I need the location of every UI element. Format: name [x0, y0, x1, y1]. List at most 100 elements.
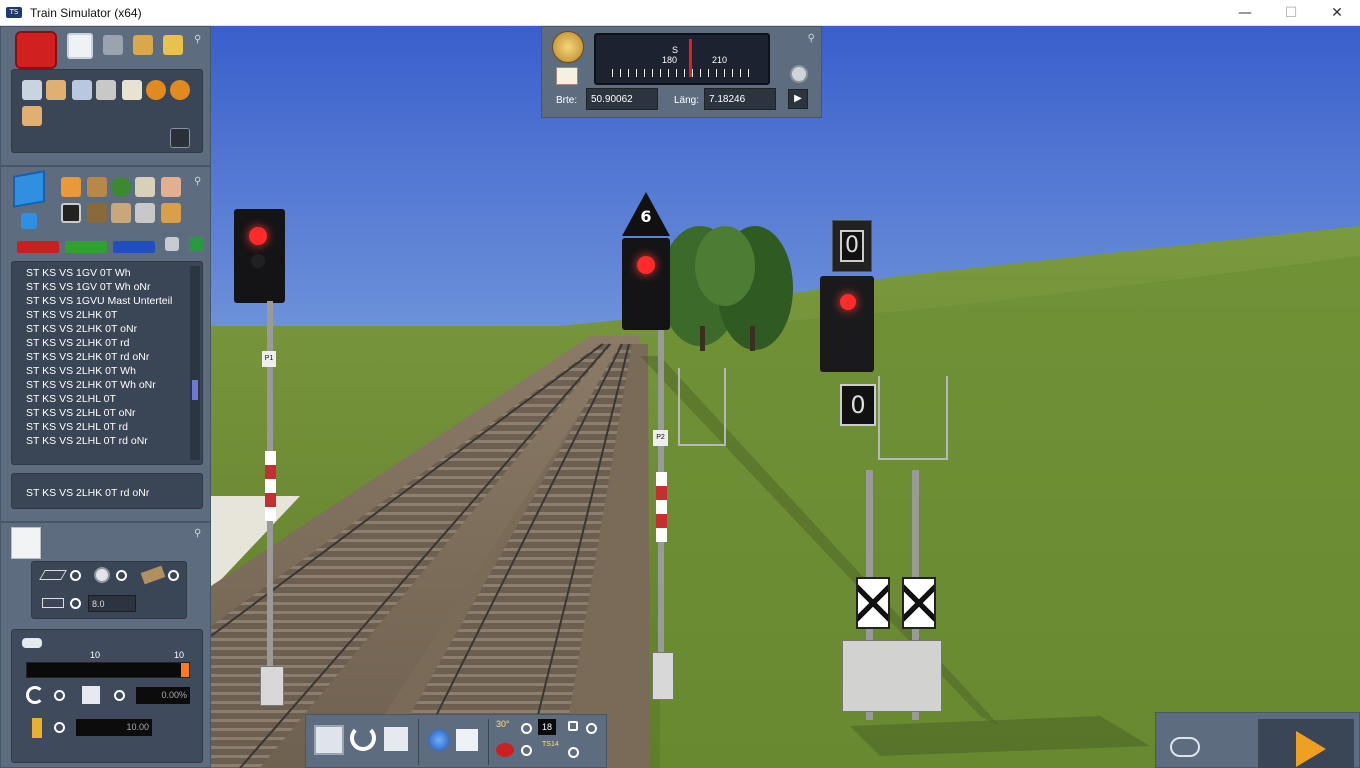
scale-slider-handle[interactable] [181, 663, 189, 677]
placement-options: 8.0 [31, 561, 187, 619]
redo-icon[interactable] [170, 80, 190, 100]
object-list-item[interactable]: ST KS VS 2LHK 0T Wh oNr [26, 378, 188, 392]
indicator-zero-top: 0 [840, 230, 864, 262]
object-list-item[interactable]: ST KS VS 2LHK 0T Wh [26, 364, 188, 378]
lang-field[interactable]: 7.18246 [704, 88, 776, 110]
pin-icon[interactable]: ⚲ [808, 33, 815, 44]
globe-icon[interactable] [428, 729, 450, 751]
settings-icon[interactable] [790, 65, 808, 83]
pin-icon[interactable]: ⚲ [194, 177, 204, 187]
filter-blue-icon[interactable] [113, 241, 155, 253]
close-button[interactable]: ✕ [1314, 0, 1360, 26]
filter-red-icon[interactable] [17, 241, 59, 253]
paint-brush-icon[interactable] [133, 35, 153, 55]
list-scrollbar[interactable] [190, 266, 200, 460]
camera-icon[interactable] [170, 128, 190, 148]
signal-center[interactable]: 6 P2 [618, 192, 726, 722]
compass-rose-icon[interactable] [552, 31, 584, 63]
rotate-view-icon[interactable] [350, 725, 376, 751]
track-icon[interactable] [103, 35, 123, 55]
track-snap-radio[interactable] [168, 570, 179, 581]
pin-icon[interactable]: ⚲ [194, 529, 204, 539]
ruler-icon[interactable] [22, 106, 42, 126]
signal-right[interactable]: 0 0 [818, 220, 958, 730]
resize-radio[interactable] [114, 690, 125, 701]
objects-panel: ⚲ ST KS VS 1GV 0T Wh ST KS VS 1GV 0T Wh o… [0, 166, 211, 522]
object-list-item[interactable]: ST KS VS 2LHK 0T [26, 308, 188, 322]
object-list-item[interactable]: ST KS VS 2LHL 0T rd oNr [26, 434, 188, 448]
title-bar: TS Train Simulator (x64) — ☐ ✕ [0, 0, 1360, 26]
object-list-item[interactable]: ST KS VS 1GVU Mast Unterteil [26, 294, 188, 308]
height-radio[interactable] [54, 722, 65, 733]
house-icon[interactable] [61, 177, 81, 197]
bridge-icon[interactable] [111, 203, 131, 223]
person-icon[interactable] [161, 177, 181, 197]
spacing-field[interactable]: 8.0 [88, 595, 136, 612]
rotate-radio[interactable] [54, 690, 65, 701]
properties-icon[interactable] [11, 527, 41, 559]
ts14-radio[interactable] [568, 747, 579, 758]
toolbox-icon[interactable] [15, 31, 57, 69]
list-view-icon[interactable] [165, 237, 179, 251]
workshop-icon[interactable] [87, 177, 107, 197]
plank-icon[interactable] [87, 203, 107, 223]
object-list-item[interactable]: ST KS VS 2LHK 0T rd [26, 336, 188, 350]
small-cube-icon[interactable] [21, 213, 37, 229]
object-list-item[interactable]: ST KS VS 1GV 0T Wh [26, 266, 188, 280]
bag-icon[interactable] [161, 203, 181, 223]
copy-icon[interactable] [122, 80, 142, 100]
undo-icon[interactable] [146, 80, 166, 100]
delete-icon[interactable] [96, 80, 116, 100]
select-icon[interactable] [22, 80, 42, 100]
surface-radio[interactable] [116, 570, 127, 581]
maximize-button[interactable]: ☐ [1268, 0, 1314, 26]
move-icon[interactable] [46, 80, 66, 100]
3d-viewport[interactable]: P1 6 P2 0 0 S 180 210 ⚲ Brte: 50.90062 L… [0, 26, 1360, 768]
stop-radio[interactable] [521, 745, 532, 756]
grid-view-icon[interactable] [189, 237, 203, 251]
cube-icon[interactable] [13, 170, 45, 208]
height-field[interactable]: 10.00 [76, 719, 152, 736]
map-icon[interactable] [556, 67, 578, 85]
object-list-item[interactable]: ST KS VS 2LHL 0T oNr [26, 406, 188, 420]
ts14-label: TS14 [542, 741, 559, 748]
object-list-item[interactable]: ST KS VS 1GV 0T Wh oNr [26, 280, 188, 294]
pipe-icon[interactable] [135, 203, 155, 223]
x-board-left [856, 577, 890, 629]
angle-radio[interactable] [521, 723, 532, 734]
lock-icon[interactable] [568, 721, 578, 731]
filter-green-icon[interactable] [65, 241, 107, 253]
percent-field[interactable]: 0.00% [136, 687, 190, 704]
scale-view-icon[interactable] [384, 727, 408, 751]
train-icon[interactable] [163, 35, 183, 55]
object-list-item[interactable]: ST KS VS 2LHK 0T oNr [26, 322, 188, 336]
home-view-icon[interactable] [456, 729, 478, 751]
signal-icon[interactable] [61, 203, 81, 223]
scale-slider[interactable] [26, 662, 190, 678]
go-button[interactable]: ▶ [788, 89, 808, 109]
play-button[interactable] [1258, 719, 1354, 768]
object-list-item[interactable]: ST KS VS 2LHK 0T rd oNr [26, 350, 188, 364]
signal-left[interactable]: P1 [230, 206, 290, 716]
properties-panel: ⚲ 8.0 10 10 0.00% 10.00 [0, 522, 211, 768]
lang-label: Läng: [674, 95, 700, 106]
lock-radio[interactable] [586, 723, 597, 734]
track-snap-icon [140, 565, 166, 585]
height-icon [32, 718, 42, 738]
fullscreen-icon[interactable] [314, 725, 344, 755]
tree-icon[interactable] [111, 177, 131, 197]
pin-icon[interactable]: ⚲ [194, 35, 204, 45]
monitor-icon[interactable] [72, 80, 92, 100]
binoculars-icon[interactable] [1170, 737, 1200, 757]
home-icon[interactable] [67, 33, 93, 59]
object-list-item[interactable]: ST KS VS 2LHL 0T [26, 392, 188, 406]
count-field[interactable]: 18 [538, 719, 556, 735]
lumber-icon[interactable] [135, 177, 155, 197]
mast-plate: P2 [653, 430, 668, 446]
object-list[interactable]: ST KS VS 1GV 0T Wh ST KS VS 1GV 0T Wh oNr… [11, 261, 203, 465]
object-list-item[interactable]: ST KS VS 2LHL 0T rd [26, 420, 188, 434]
brte-field[interactable]: 50.90062 [586, 88, 658, 110]
flat-radio[interactable] [70, 570, 81, 581]
spacing-radio[interactable] [70, 598, 81, 609]
minimize-button[interactable]: — [1222, 0, 1268, 26]
